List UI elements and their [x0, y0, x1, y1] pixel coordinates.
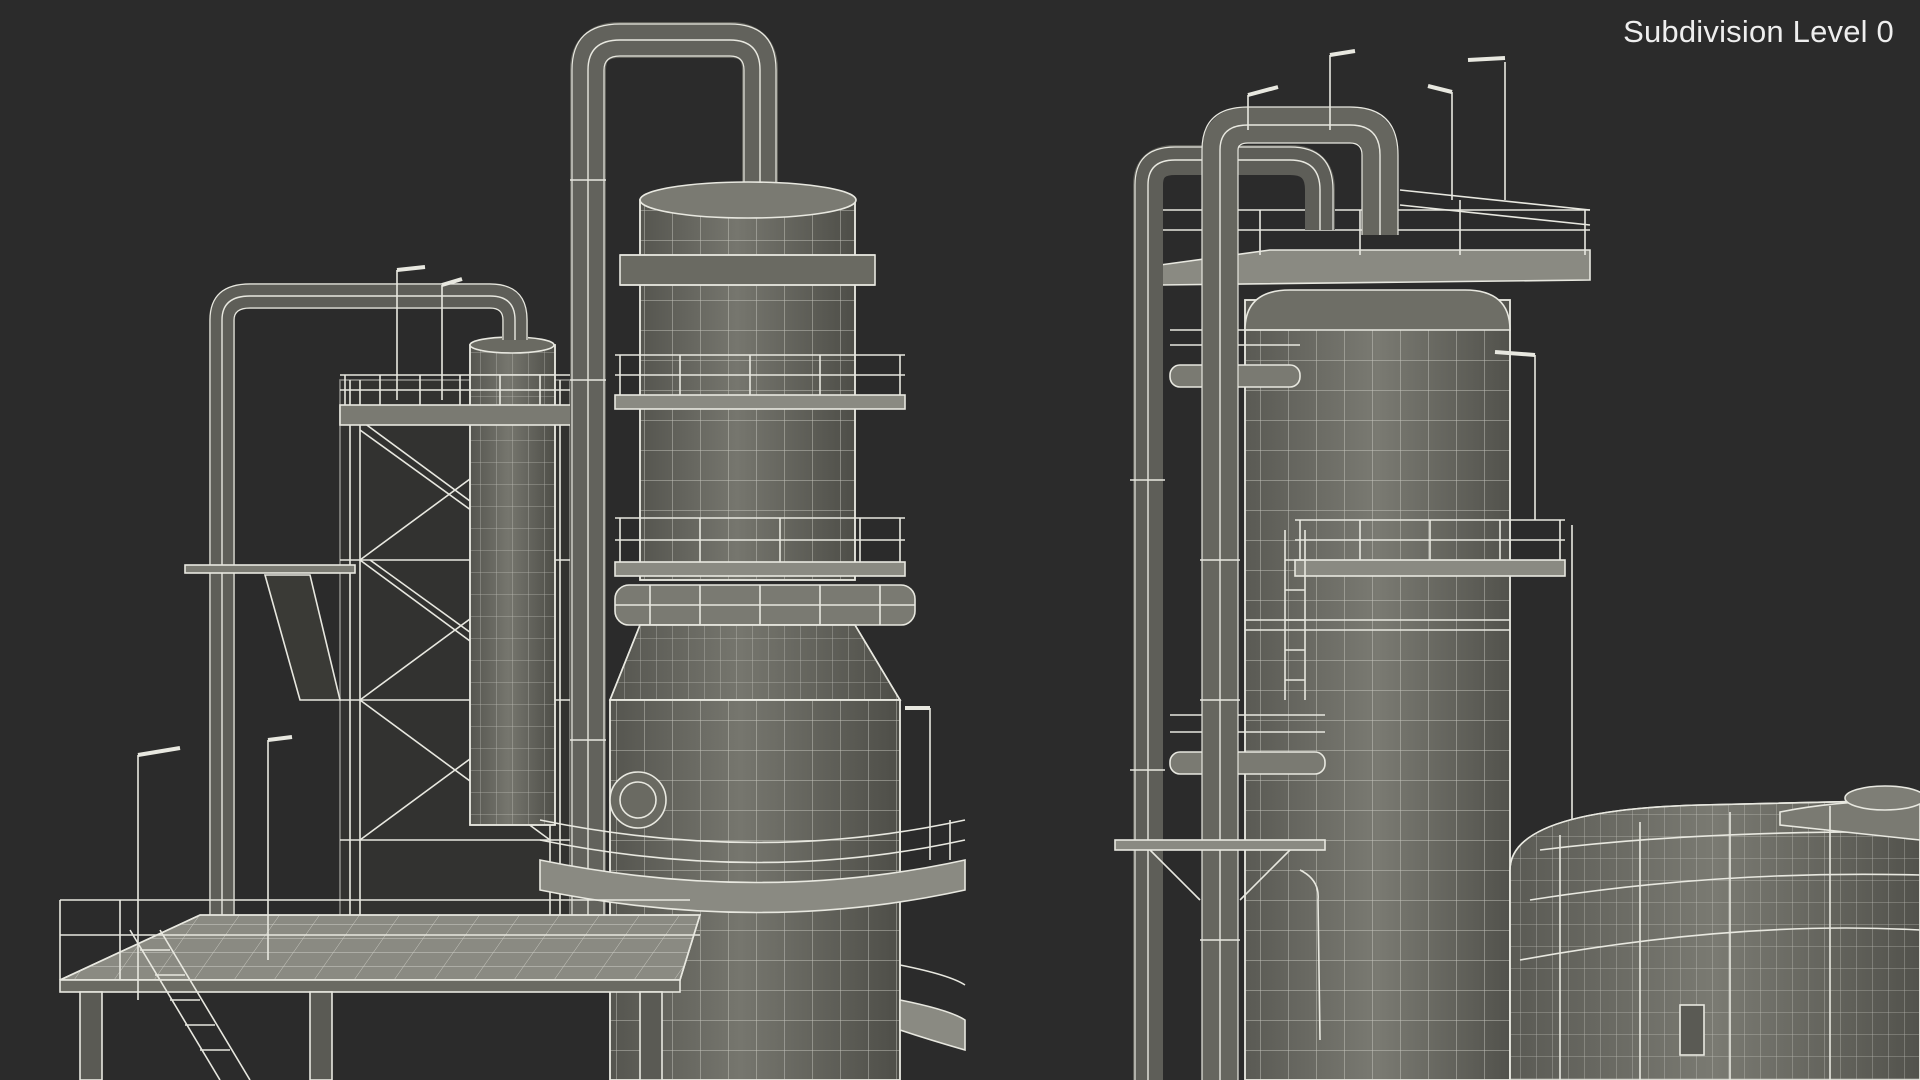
main-column-upper	[619, 181, 876, 581]
3d-viewport[interactable]: Subdivision Level 0	[0, 0, 1920, 1080]
column-cone	[608, 624, 902, 701]
front-deck	[59, 899, 702, 1080]
right-unit	[1114, 49, 1920, 1080]
subdivision-level-label: Subdivision Level 0	[1623, 14, 1894, 49]
wireframe-refinery-scene	[59, 22, 1920, 1080]
left-unit	[59, 22, 966, 1080]
column-flange-ring	[614, 584, 916, 626]
storage-tank	[1509, 785, 1920, 1080]
lower-curved-railing-2	[899, 964, 966, 1052]
